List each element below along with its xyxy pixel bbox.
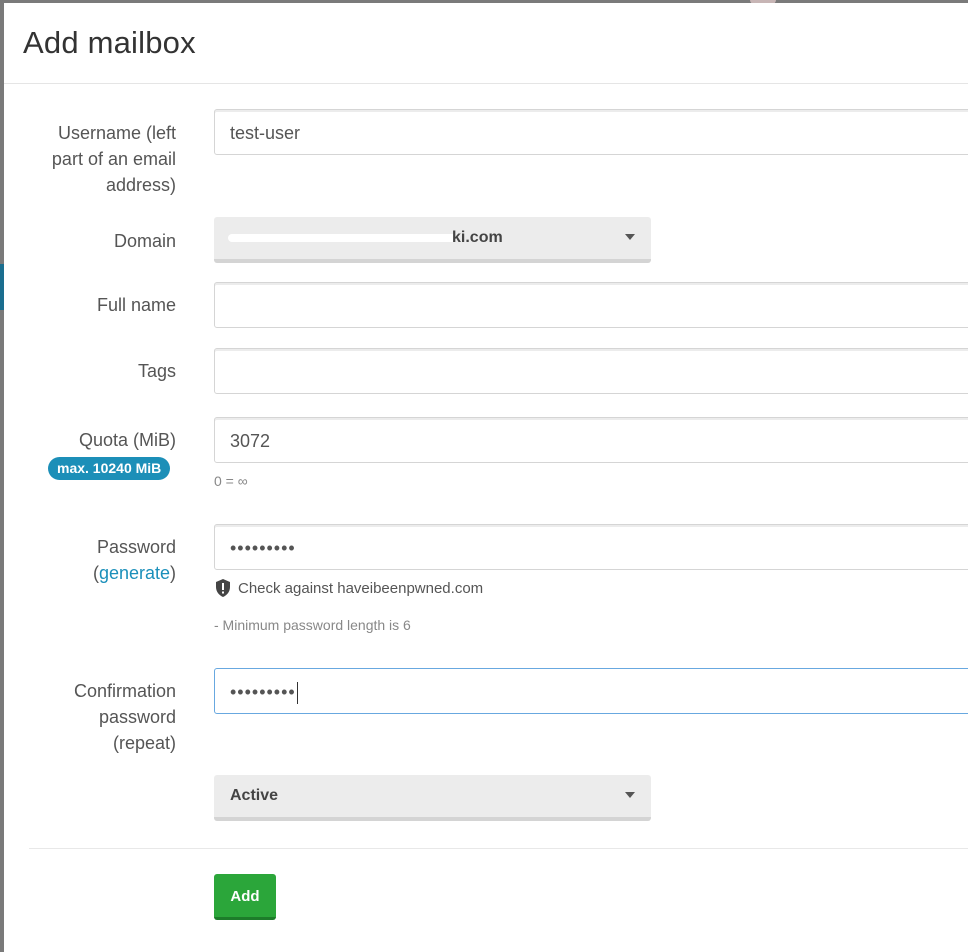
add-mailbox-modal: Add mailbox Username (left part of an em… [4,3,968,952]
header-divider [4,83,968,84]
username-label: Username (left part of an email address) [51,123,176,195]
chevron-down-icon [625,234,635,240]
password-input[interactable]: ••••••••• [214,524,968,570]
domain-label: Domain [113,231,176,251]
add-button[interactable]: Add [214,874,276,920]
username-input[interactable]: test-user [214,109,968,155]
quota-label: Quota (MiB) [78,430,176,450]
generate-password-link[interactable]: generate [99,563,170,583]
tags-input[interactable] [214,348,968,394]
shield-alert-icon [216,579,230,597]
tags-label: Tags [137,361,176,381]
modal-title: Add mailbox [23,25,196,60]
domain-select[interactable]: ki.com [214,217,651,263]
full-name-label: Full name [96,295,176,315]
domain-select-value: ki.com [452,229,503,246]
redacted-domain-prefix [228,234,456,242]
confirm-password-label: Confirmation password (repeat) [73,681,176,753]
password-label-close-paren: ) [170,563,176,583]
confirm-password-value: ••••••••• [230,682,296,702]
quota-hint: 0 = ∞ [214,473,248,489]
text-cursor [296,682,298,705]
status-select-value: Active [230,787,279,804]
full-name-input[interactable] [214,282,968,328]
status-select[interactable]: Active [214,775,651,821]
quota-max-badge: max. 10240 MiB [48,457,171,480]
chevron-down-icon [625,792,635,798]
pwned-check-text: Check against haveibeenpwned.com [238,579,484,597]
password-label: Password (generate) [56,534,176,586]
password-min-length-hint: - Minimum password length is 6 [214,617,411,633]
pwned-check[interactable]: Check against haveibeenpwned.com [214,578,483,598]
footer-divider [29,848,968,849]
password-label-text: Password [96,537,176,557]
confirm-password-input[interactable]: ••••••••• [214,668,968,714]
quota-input[interactable]: 3072 [214,417,968,463]
